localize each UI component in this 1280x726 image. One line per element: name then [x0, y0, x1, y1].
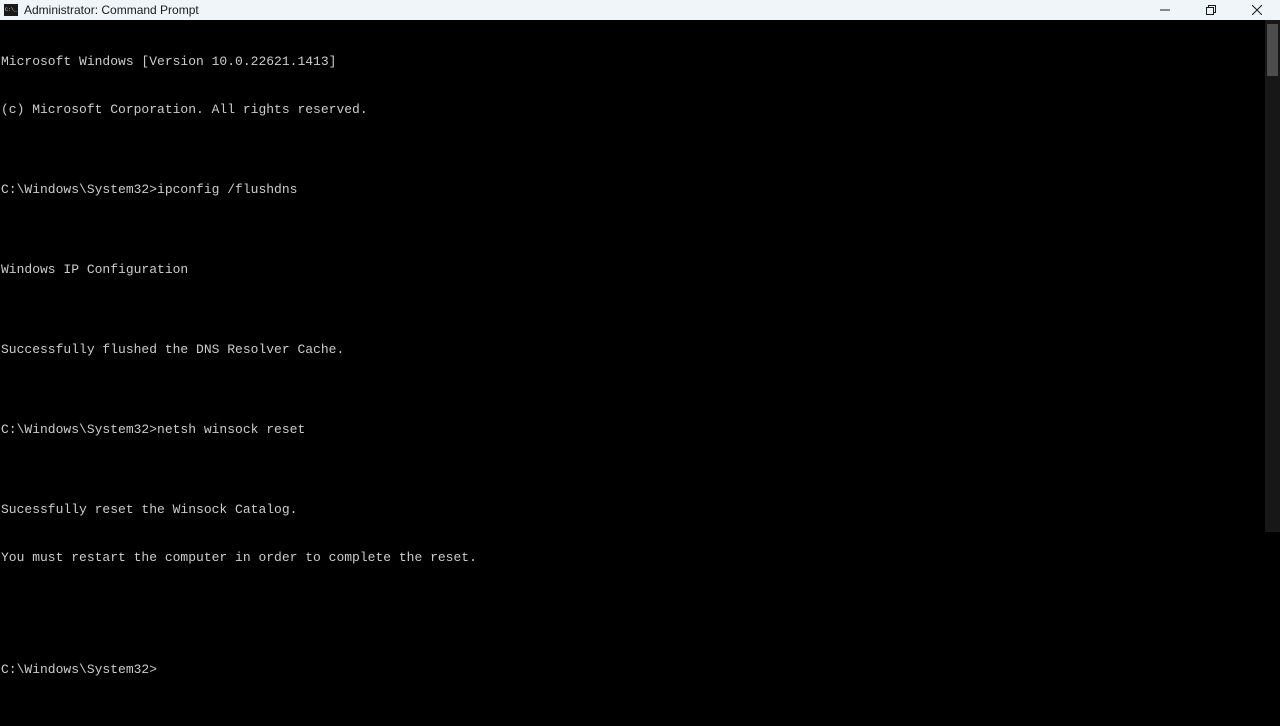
titlebar[interactable]: Administrator: Command Prompt: [0, 0, 1280, 20]
terminal-line: C:\Windows\System32>: [1, 662, 1280, 678]
scrollbar-track[interactable]: [1265, 20, 1280, 532]
maximize-button[interactable]: [1188, 0, 1234, 20]
cmd-icon: [4, 4, 18, 16]
close-button[interactable]: [1234, 0, 1280, 20]
terminal-line: Windows IP Configuration: [1, 262, 1280, 278]
terminal-line: Microsoft Windows [Version 10.0.22621.14…: [1, 54, 1280, 70]
terminal-line: Successfully flushed the DNS Resolver Ca…: [1, 342, 1280, 358]
scrollbar-thumb[interactable]: [1267, 24, 1278, 76]
window-title: Administrator: Command Prompt: [24, 3, 199, 17]
terminal-line: Sucessfully reset the Winsock Catalog.: [1, 502, 1280, 518]
terminal-line: (c) Microsoft Corporation. All rights re…: [1, 102, 1280, 118]
window-controls: [1142, 0, 1280, 20]
terminal-output[interactable]: Microsoft Windows [Version 10.0.22621.14…: [0, 20, 1280, 532]
terminal-line: C:\Windows\System32>ipconfig /flushdns: [1, 182, 1280, 198]
minimize-button[interactable]: [1142, 0, 1188, 20]
titlebar-left: Administrator: Command Prompt: [4, 3, 199, 17]
terminal-line: You must restart the computer in order t…: [1, 550, 1280, 566]
terminal-line: C:\Windows\System32>netsh winsock reset: [1, 422, 1280, 438]
